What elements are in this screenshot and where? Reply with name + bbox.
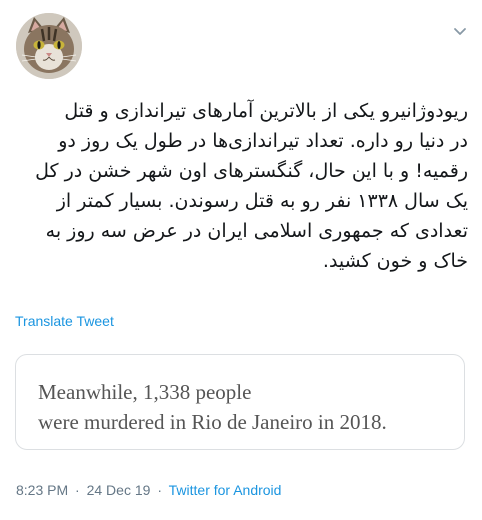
tweet-text-line: خاک و خون کشید.: [322, 250, 468, 272]
quoted-text-line: Meanwhile, 1,338 people: [38, 380, 252, 404]
meta-separator: ·: [75, 482, 80, 498]
tweet-text-line: در دنیا رو داره. تعداد تیراندازی‌ها در ط…: [58, 130, 468, 152]
tweet-text-line: یک سال ۱۳۳۸ نفر رو به قتل رسوندن. بسیار …: [56, 190, 468, 212]
tweet-time[interactable]: 8:23 PM: [16, 482, 68, 498]
chevron-down-icon[interactable]: [450, 22, 470, 42]
tweet-text-line: تعدادی که جمهوری اسلامی ایران در عرض سه …: [45, 220, 468, 242]
cat-avatar-image: [16, 13, 82, 79]
quoted-text: Meanwhile, 1,338 people were murdered in…: [38, 377, 387, 437]
avatar[interactable]: [16, 13, 82, 79]
tweet-text-line: ریودوژانیرو یکی از بالاترین آمارهای تیرا…: [64, 100, 468, 122]
quoted-image-card[interactable]: Meanwhile, 1,338 people were murdered in…: [15, 354, 465, 450]
tweet-meta: 8:23 PM · 24 Dec 19 · Twitter for Androi…: [16, 482, 281, 498]
tweet-date[interactable]: 24 Dec 19: [87, 482, 151, 498]
quoted-text-line: were murdered in Rio de Janeiro in 2018.: [38, 410, 387, 434]
tweet-source-link[interactable]: Twitter for Android: [169, 482, 282, 498]
tweet-text: ریودوژانیرو یکی از بالاترین آمارهای تیرا…: [16, 96, 468, 276]
translate-tweet-link[interactable]: Translate Tweet: [15, 313, 114, 329]
tweet-text-line: رقمیه! و با این حال، گنگسترهای اون شهر خ…: [35, 160, 468, 182]
meta-separator: ·: [157, 482, 162, 498]
